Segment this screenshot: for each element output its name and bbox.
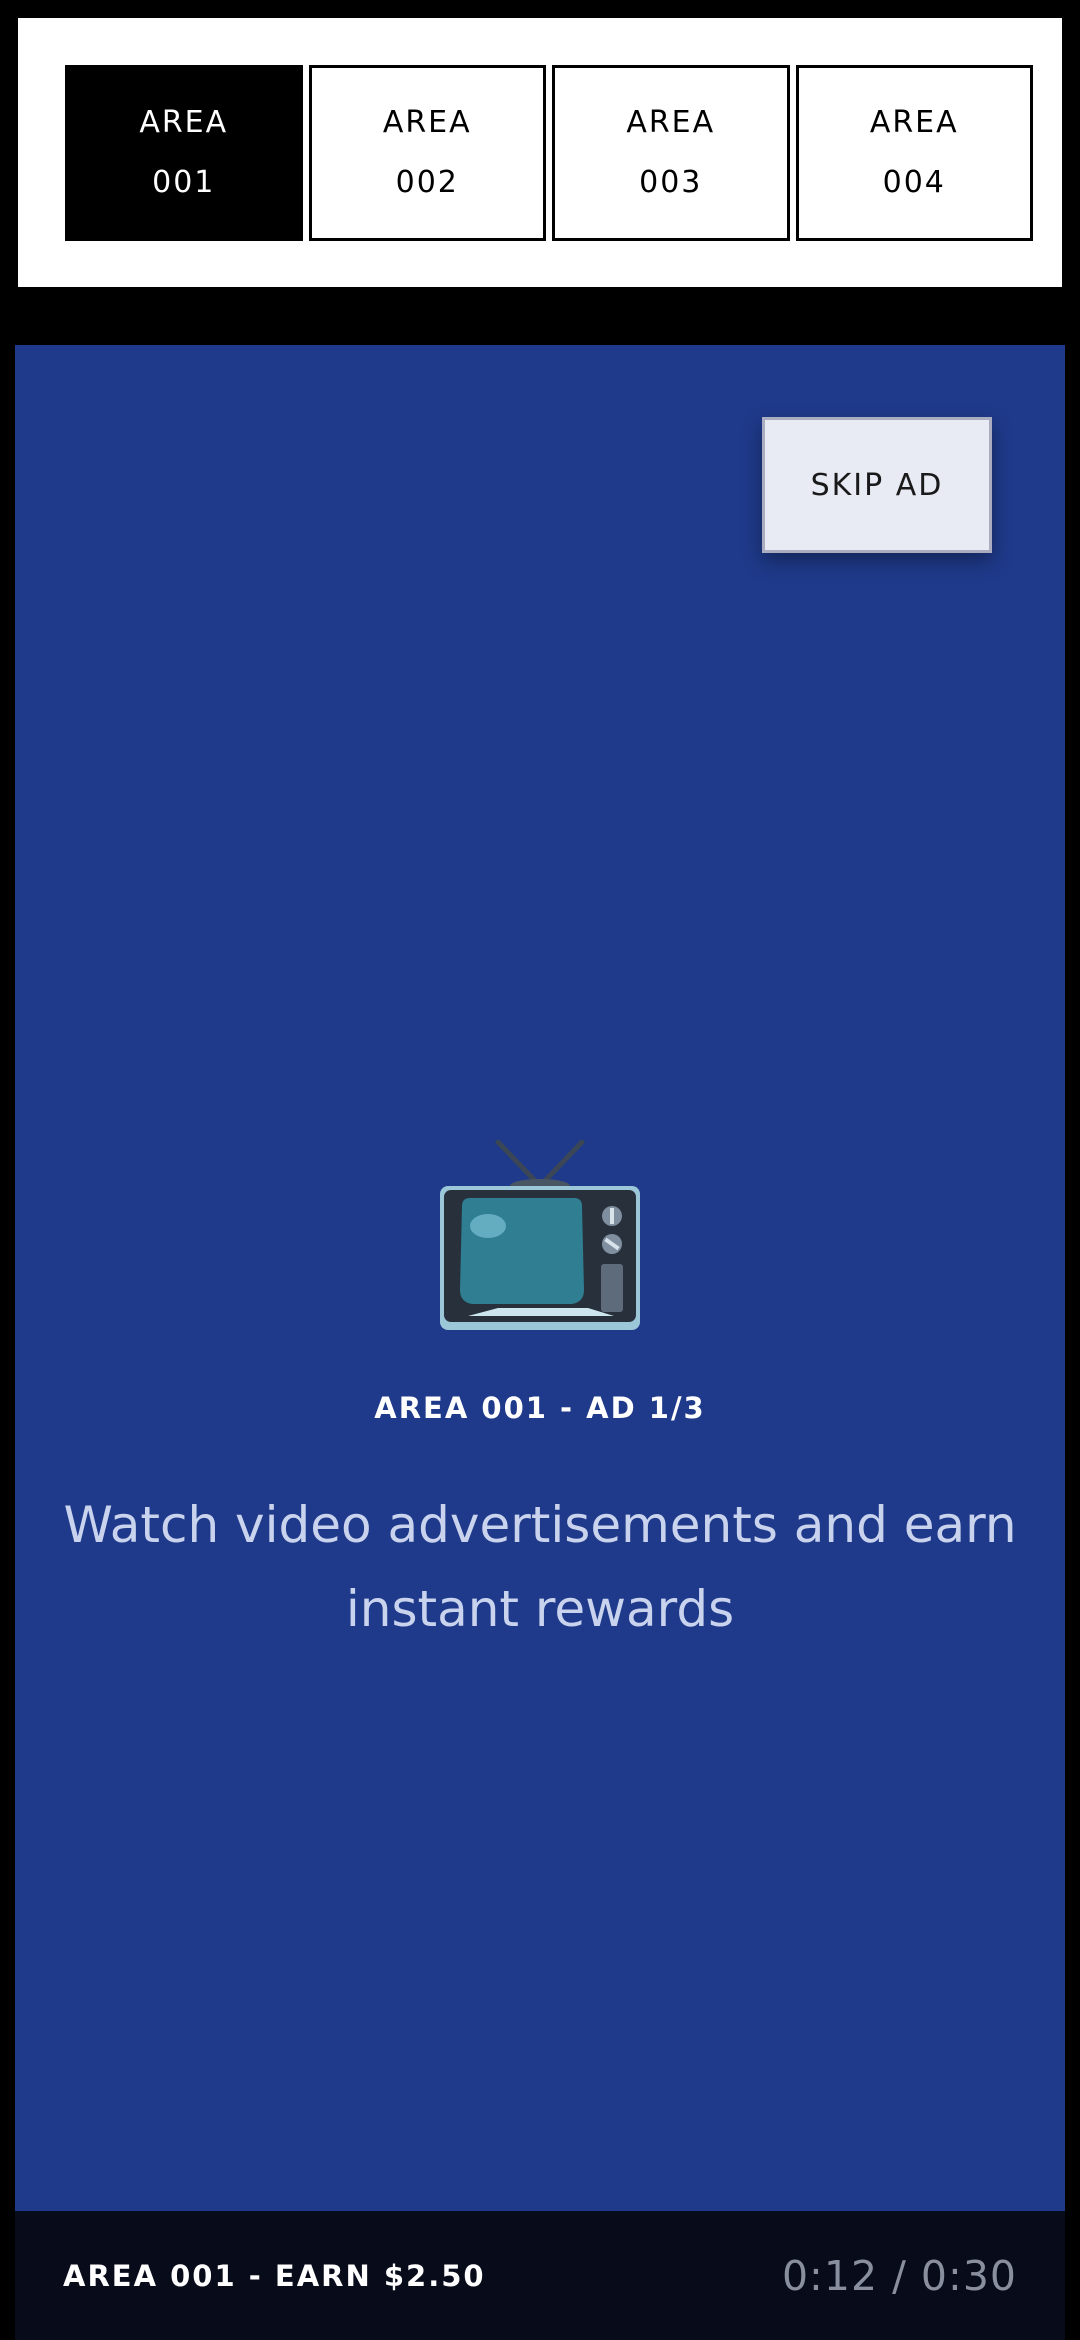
area-tabs: AREA 001 AREA 002 AREA 003 AREA 004 — [65, 65, 1033, 241]
tab-label-line2: 003 — [639, 165, 703, 200]
skip-ad-button[interactable]: SKIP AD — [762, 417, 992, 553]
tab-label-line2: 001 — [152, 165, 216, 200]
ad-description: Watch video advertisements and earn inst… — [63, 1496, 1017, 1638]
tab-label-line1: AREA — [139, 105, 229, 140]
tab-area-002[interactable]: AREA 002 — [308, 65, 546, 241]
ad-status-bar: AREA 001 - EARN $2.50 0:12 / 0:30 — [15, 2211, 1065, 2340]
tab-label-line2: 002 — [395, 165, 459, 200]
tab-label-line1: AREA — [869, 105, 959, 140]
tab-area-001[interactable]: AREA 001 — [65, 65, 303, 241]
tab-label-line2: 004 — [882, 165, 946, 200]
tab-area-004[interactable]: AREA 004 — [795, 65, 1033, 241]
tv-icon — [440, 1140, 640, 1330]
tab-label-line1: AREA — [626, 105, 716, 140]
earn-label: AREA 001 - EARN $2.50 — [63, 2258, 486, 2293]
ad-video-area[interactable]: SKIP AD AREA 001 - AD 1/3 Watch video ad… — [15, 345, 1065, 2211]
app-frame: AREA 001 AREA 002 AREA 003 AREA 004 SKIP… — [0, 0, 1080, 2340]
tab-area-003[interactable]: AREA 003 — [552, 65, 790, 241]
tab-label-line1: AREA — [382, 105, 472, 140]
playback-time: 0:12 / 0:30 — [781, 2251, 1017, 2300]
ad-progress-label: AREA 001 - AD 1/3 — [374, 1391, 706, 1425]
area-tab-panel: AREA 001 AREA 002 AREA 003 AREA 004 — [18, 18, 1062, 287]
